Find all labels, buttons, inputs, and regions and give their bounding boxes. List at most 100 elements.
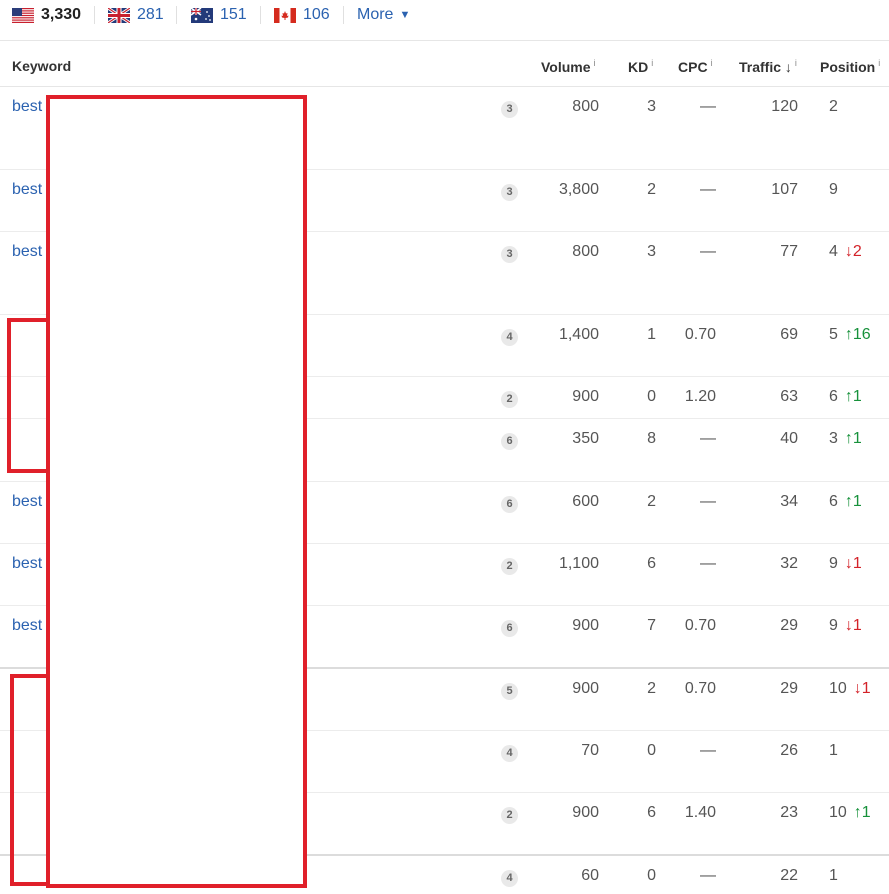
serp-features-badge[interactable]: 3: [501, 101, 518, 118]
kd-value: 0: [647, 867, 656, 884]
column-volume[interactable]: Volume i: [541, 58, 596, 75]
uk-flag-icon: [108, 7, 130, 23]
position-number: 9: [829, 617, 838, 634]
cpc-value: 0.70: [684, 680, 716, 697]
kd-value: 2: [647, 181, 656, 198]
traffic-value: 40: [780, 430, 798, 447]
position-value: 3 ↑1: [829, 430, 862, 448]
info-icon[interactable]: i: [594, 58, 596, 68]
serp-features-badge[interactable]: 2: [501, 391, 518, 408]
column-kd[interactable]: KD i: [628, 58, 653, 75]
volume-value: 900: [572, 680, 599, 697]
volume-value: 800: [572, 98, 599, 115]
cpc-value: —: [700, 181, 716, 198]
column-cpc[interactable]: CPC i: [678, 58, 713, 75]
position-value: 5 ↑16: [829, 326, 871, 344]
country-uk[interactable]: 281: [108, 5, 164, 25]
cpc-value: 0.70: [684, 617, 716, 634]
position-change: ↑16: [844, 326, 871, 343]
position-value: 4 ↓2: [829, 243, 862, 261]
volume-value: 70: [581, 742, 599, 759]
country-filter-bar: 3,330 281 151 106 More ▼: [0, 0, 889, 41]
more-countries-dropdown[interactable]: More ▼: [357, 5, 410, 25]
serp-features-badge[interactable]: 4: [501, 870, 518, 887]
column-keyword[interactable]: Keyword: [12, 58, 71, 74]
kd-value: 3: [647, 243, 656, 260]
cpc-value: 0.70: [684, 326, 716, 343]
table-header: Keyword Volume i KD i CPC i Traffic ↓ i Posi…: [0, 41, 889, 87]
keyword-link[interactable]: best: [12, 181, 42, 199]
cpc-value: —: [700, 555, 716, 572]
kd-value: 1: [647, 326, 656, 343]
traffic-value: 29: [780, 680, 798, 697]
serp-features-badge[interactable]: 2: [501, 807, 518, 824]
serp-features-badge[interactable]: 5: [501, 683, 518, 700]
position-number: 6: [829, 388, 838, 405]
position-value: 1: [829, 867, 845, 885]
serp-features-badge[interactable]: 3: [501, 246, 518, 263]
country-ca[interactable]: 106: [274, 5, 330, 25]
info-icon[interactable]: i: [795, 58, 797, 68]
traffic-value: 120: [771, 98, 798, 115]
column-label: Keyword: [12, 58, 72, 74]
volume-value: 600: [572, 493, 599, 510]
serp-features-badge[interactable]: 6: [501, 433, 518, 450]
us-flag-icon: [12, 7, 34, 23]
kd-value: 8: [647, 430, 656, 447]
serp-features-badge[interactable]: 6: [501, 496, 518, 513]
position-number: 10: [829, 804, 847, 821]
keyword-link[interactable]: best: [12, 493, 42, 511]
country-us[interactable]: 3,330: [12, 5, 81, 25]
cpc-value: —: [700, 243, 716, 260]
serp-features-badge[interactable]: 4: [501, 745, 518, 762]
serp-features-badge[interactable]: 6: [501, 620, 518, 637]
serp-features-badge[interactable]: 3: [501, 184, 518, 201]
divider: [94, 6, 95, 24]
position-change: ↓1: [853, 680, 871, 697]
column-traffic[interactable]: Traffic ↓ i: [739, 58, 797, 75]
position-value: 9 ↓1: [829, 617, 862, 635]
traffic-value: 23: [780, 804, 798, 821]
position-number: 10: [829, 680, 847, 697]
volume-value: 800: [572, 243, 599, 260]
redaction-box: [46, 95, 307, 888]
position-number: 4: [829, 243, 838, 260]
cpc-value: —: [700, 430, 716, 447]
serp-features-badge[interactable]: 2: [501, 558, 518, 575]
position-number: 9: [829, 181, 838, 198]
cpc-value: —: [700, 98, 716, 115]
volume-value: 900: [572, 617, 599, 634]
volume-value: 350: [572, 430, 599, 447]
info-icon[interactable]: i: [878, 58, 880, 68]
country-count: 281: [137, 6, 164, 23]
traffic-value: 32: [780, 555, 798, 572]
country-au[interactable]: 151: [191, 5, 247, 25]
keyword-link[interactable]: best: [12, 617, 42, 635]
info-icon[interactable]: i: [651, 58, 653, 68]
country-count: 3,330: [41, 6, 82, 23]
traffic-value: 34: [780, 493, 798, 510]
position-change: ↓1: [844, 555, 862, 572]
keyword-link[interactable]: best: [12, 98, 42, 116]
kd-value: 7: [647, 617, 656, 634]
position-number: 1: [829, 867, 838, 884]
kd-value: 3: [647, 98, 656, 115]
kd-value: 0: [647, 742, 656, 759]
position-change: ↓2: [844, 243, 862, 260]
column-label: KD: [628, 59, 649, 75]
position-change: ↑1: [844, 493, 862, 510]
column-position[interactable]: Position i: [820, 58, 880, 75]
position-change: ↓1: [844, 617, 862, 634]
position-value: 9: [829, 181, 845, 199]
keyword-link[interactable]: best: [12, 555, 42, 573]
cpc-value: —: [700, 493, 716, 510]
info-icon[interactable]: i: [711, 58, 713, 68]
position-number: 2: [829, 98, 838, 115]
column-label: Position: [820, 59, 876, 75]
position-value: 1: [829, 742, 845, 760]
serp-features-badge[interactable]: 4: [501, 329, 518, 346]
keyword-link[interactable]: best: [12, 243, 42, 261]
position-change: ↑1: [844, 388, 862, 405]
volume-value: 900: [572, 804, 599, 821]
divider: [176, 6, 177, 24]
